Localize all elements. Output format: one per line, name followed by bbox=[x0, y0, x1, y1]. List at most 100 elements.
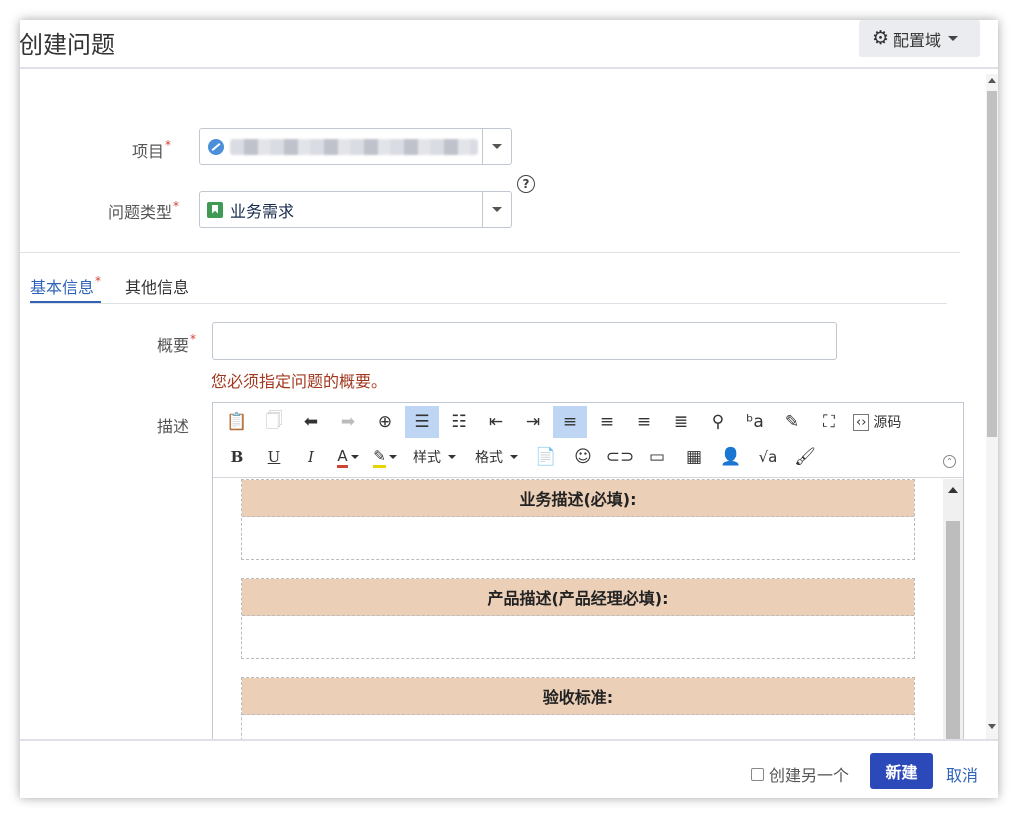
summary-input[interactable] bbox=[212, 322, 837, 360]
section-acceptance-criteria: 验收标准: bbox=[241, 677, 915, 739]
description-editor: 📋 🗍 ⬅ ➡ ⊕ ☰ ☷ ⇤ ⇥ ≡ ≡ ≡ ≣ ⚲ ᵇa ✎ ⛶ ‹› 源码… bbox=[212, 402, 964, 739]
section-heading: 产品描述(产品经理必填): bbox=[242, 579, 914, 616]
paste-icon[interactable]: 📋 bbox=[220, 406, 254, 438]
source-label: 源码 bbox=[873, 415, 902, 431]
template-icon[interactable]: 📄 bbox=[529, 441, 563, 473]
create-another-label: 创建另一个 bbox=[769, 766, 850, 785]
scroll-down-arrow-icon[interactable] bbox=[988, 724, 996, 729]
create-issue-dialog: 创建问题 ⚙ 配置域 项目* 问题类型* 业务需求 ? 基本信息* 其他信息 概… bbox=[20, 20, 998, 798]
editor-content[interactable]: 业务描述(必填): 产品描述(产品经理必填): 验收标准: 1. bbox=[213, 479, 943, 739]
remove-format-icon[interactable]: ✎ bbox=[775, 406, 809, 438]
math-formula-icon[interactable]: √a bbox=[751, 441, 785, 473]
help-icon[interactable]: ? bbox=[517, 175, 535, 193]
project-avatar-icon bbox=[208, 138, 224, 155]
justify-icon[interactable]: ≣ bbox=[664, 406, 698, 438]
editor-scrollbar[interactable] bbox=[943, 479, 963, 739]
emoticon-icon[interactable]: ☺ bbox=[566, 441, 600, 473]
format-label: 格式 bbox=[475, 450, 503, 466]
format-dropdown[interactable]: 格式 bbox=[467, 441, 526, 473]
section-body[interactable] bbox=[242, 517, 914, 559]
collapse-toolbar-icon[interactable]: ⌃ bbox=[943, 455, 956, 468]
source-icon: ‹› bbox=[853, 413, 870, 431]
issue-type-select[interactable]: 业务需求 bbox=[199, 191, 512, 228]
chevron-down-icon bbox=[492, 144, 502, 149]
copy-icon[interactable]: 🗍 bbox=[257, 406, 291, 438]
bold-icon[interactable]: B bbox=[220, 441, 254, 473]
tab-other-info[interactable]: 其他信息 bbox=[125, 274, 189, 303]
issue-type-label: 问题类型* bbox=[108, 199, 179, 223]
anchor-icon[interactable]: ⊕ bbox=[368, 406, 402, 438]
chevron-down-icon bbox=[492, 207, 502, 212]
create-button[interactable]: 新建 bbox=[870, 753, 933, 789]
required-mark: * bbox=[165, 138, 172, 152]
toolbar-row-1: 📋 🗍 ⬅ ➡ ⊕ ☰ ☷ ⇤ ⇥ ≡ ≡ ≡ ≣ ⚲ ᵇa ✎ ⛶ ‹› 源码 bbox=[220, 406, 908, 438]
section-body[interactable] bbox=[242, 715, 914, 739]
create-another-toggle[interactable]: 创建另一个 bbox=[751, 762, 849, 786]
align-left-icon[interactable]: ≡ bbox=[553, 406, 587, 438]
underline-icon[interactable]: U bbox=[257, 441, 291, 473]
undo-icon[interactable]: ⬅ bbox=[294, 406, 328, 438]
style-dropdown[interactable]: 样式 bbox=[405, 441, 464, 473]
project-name-redacted bbox=[230, 138, 478, 155]
chevron-down-icon bbox=[510, 455, 518, 459]
dialog-body: 项目* 问题类型* 业务需求 ? 基本信息* 其他信息 概要* 您必须指定问题的… bbox=[20, 71, 998, 739]
summary-label-text: 概要 bbox=[157, 336, 190, 355]
outdent-icon[interactable]: ⇤ bbox=[479, 406, 513, 438]
style-label: 样式 bbox=[413, 450, 441, 466]
align-center-icon[interactable]: ≡ bbox=[590, 406, 624, 438]
find-icon[interactable]: ⚲ bbox=[701, 406, 735, 438]
highlight-color-icon[interactable]: ✎ bbox=[368, 441, 402, 473]
section-divider bbox=[20, 252, 960, 253]
section-business-description: 业务描述(必填): bbox=[241, 479, 915, 560]
project-dropdown-toggle[interactable] bbox=[482, 129, 511, 164]
chevron-down-icon bbox=[948, 36, 959, 41]
configure-fields-label: 配置域 bbox=[893, 30, 942, 50]
replace-icon[interactable]: ᵇa bbox=[738, 406, 772, 438]
summary-error-message: 您必须指定问题的概要。 bbox=[211, 372, 388, 391]
tab-other-info-label: 其他信息 bbox=[125, 278, 190, 297]
image-icon[interactable]: ▭ bbox=[640, 441, 674, 473]
scroll-up-arrow-icon[interactable] bbox=[948, 487, 958, 493]
source-button[interactable]: ‹› 源码 bbox=[849, 406, 905, 438]
scroll-thumb[interactable] bbox=[946, 521, 960, 739]
issue-type-dropdown-toggle[interactable] bbox=[482, 192, 511, 227]
fullscreen-icon[interactable]: ⛶ bbox=[812, 406, 846, 438]
table-icon[interactable]: ▦ bbox=[677, 441, 711, 473]
scroll-up-arrow-icon[interactable] bbox=[988, 78, 996, 83]
project-label: 项目* bbox=[132, 138, 171, 162]
toolbar-row-2: B U I A ✎ 样式 格式 📄 ☺ ⊂⊃ ▭ ▦ 👤 √a 🖌 bbox=[220, 441, 825, 473]
dialog-title: 创建问题 bbox=[20, 31, 115, 59]
italic-icon[interactable]: I bbox=[294, 441, 328, 473]
scroll-thumb[interactable] bbox=[987, 91, 997, 437]
summary-label: 概要* bbox=[157, 332, 196, 356]
description-label: 描述 bbox=[157, 417, 190, 436]
align-right-icon[interactable]: ≡ bbox=[627, 406, 661, 438]
dialog-footer: 创建另一个 新建 取消 bbox=[20, 739, 998, 798]
format-painter-icon[interactable]: 🖌 bbox=[788, 441, 822, 473]
issue-type-label-text: 问题类型 bbox=[108, 203, 173, 222]
create-another-checkbox[interactable] bbox=[751, 767, 764, 781]
link-icon[interactable]: ⊂⊃ bbox=[603, 441, 637, 473]
user-mention-icon[interactable]: 👤 bbox=[714, 441, 748, 473]
cancel-link[interactable]: 取消 bbox=[946, 762, 978, 786]
required-mark: * bbox=[95, 274, 102, 288]
bullet-list-icon[interactable]: ☷ bbox=[442, 406, 476, 438]
project-label-text: 项目 bbox=[132, 142, 165, 161]
text-color-icon[interactable]: A bbox=[331, 441, 365, 473]
editor-toolbar: 📋 🗍 ⬅ ➡ ⊕ ☰ ☷ ⇤ ⇥ ≡ ≡ ≡ ≣ ⚲ ᵇa ✎ ⛶ ‹› 源码… bbox=[213, 403, 963, 478]
tab-basic-info[interactable]: 基本信息* bbox=[30, 274, 102, 303]
issue-type-value: 业务需求 bbox=[230, 201, 295, 221]
indent-icon[interactable]: ⇥ bbox=[516, 406, 550, 438]
section-body[interactable] bbox=[242, 616, 914, 658]
dialog-scrollbar[interactable] bbox=[986, 74, 998, 740]
section-product-description: 产品描述(产品经理必填): bbox=[241, 578, 915, 659]
section-heading: 业务描述(必填): bbox=[242, 480, 914, 517]
configure-fields-button[interactable]: ⚙ 配置域 bbox=[859, 20, 980, 57]
required-mark: * bbox=[173, 199, 180, 213]
dialog-header: 创建问题 ⚙ 配置域 bbox=[20, 20, 998, 69]
redo-icon[interactable]: ➡ bbox=[331, 406, 365, 438]
gear-icon: ⚙ bbox=[872, 27, 890, 49]
section-heading: 验收标准: bbox=[242, 678, 914, 715]
project-select[interactable] bbox=[199, 128, 512, 165]
numbered-list-icon[interactable]: ☰ bbox=[405, 406, 439, 438]
